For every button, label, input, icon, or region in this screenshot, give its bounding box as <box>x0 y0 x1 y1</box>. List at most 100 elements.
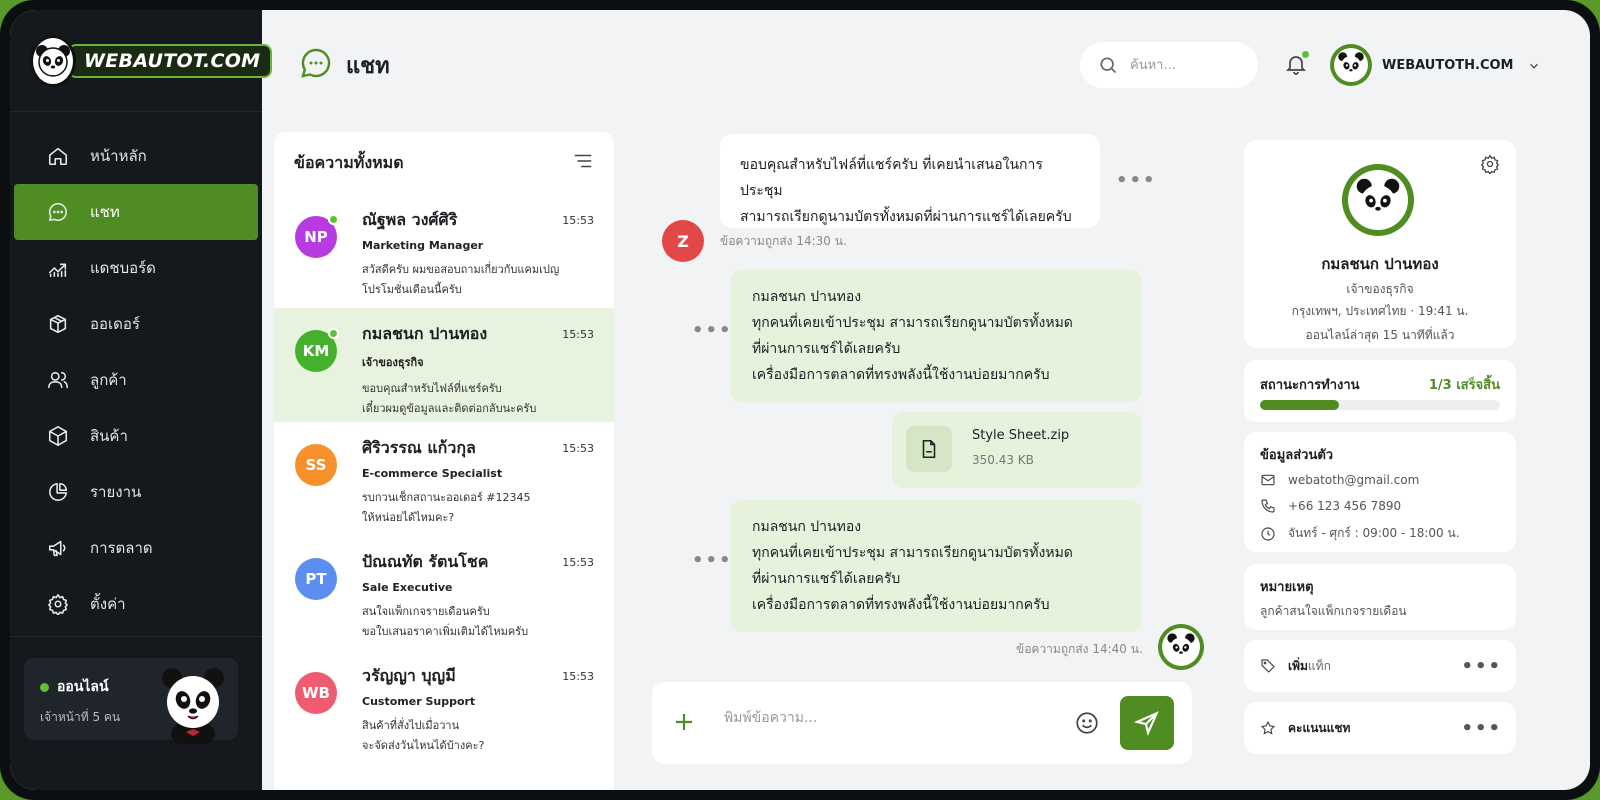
message-preview-line: รบกวนเช็กสถานะออเดอร์ #12345 <box>362 491 531 504</box>
add-tag-row[interactable]: เพิ่ม แท็ก ••• <box>1244 640 1516 692</box>
add-attachment-button[interactable] <box>672 710 696 734</box>
sidebar-item-label: ตั้งค่า <box>90 595 126 613</box>
email-row[interactable]: webatoth@gmail.com <box>1260 472 1419 488</box>
rate-chat-button[interactable]: คะแนนแชท <box>1260 702 1350 754</box>
avatar: WB <box>295 672 337 714</box>
message-preview-line: ขอใบเสนอราคาเพิ่มเติมได้ไหมครับ <box>362 625 529 638</box>
notification-bell[interactable] <box>1284 50 1310 78</box>
main-area: แชท WEBAUTOTH.COM <box>262 10 1590 790</box>
file-attachment[interactable]: Style Sheet.zip 350.43 KB <box>892 412 1142 488</box>
hours-value: จันทร์ - ศุกร์ : 09:00 - 18:00 น. <box>1288 526 1460 540</box>
email-value: webatoth@gmail.com <box>1288 473 1420 487</box>
sidebar-item-marketing[interactable]: การตลาด <box>14 520 258 576</box>
user-name: WEBAUTOTH.COM <box>1382 57 1514 73</box>
message-options-button[interactable]: ••• <box>692 550 733 571</box>
sidebar-item-chat[interactable]: แชท <box>14 184 258 240</box>
sidebar-item-label: แชท <box>90 203 120 221</box>
star-icon <box>1260 720 1276 735</box>
sidebar-divider <box>10 636 262 637</box>
search-icon <box>1100 57 1117 74</box>
order-icon <box>46 312 70 336</box>
sidebar-item-label: สินค้า <box>90 427 128 445</box>
add-tag-button[interactable]: เพิ่ม แท็ก <box>1260 640 1331 692</box>
send-button[interactable] <box>1120 696 1174 750</box>
tag-icon <box>1261 659 1275 673</box>
user-menu[interactable]: WEBAUTOTH.COM <box>1330 44 1541 86</box>
rate-chat-row[interactable]: คะแนนแชท ••• <box>1244 702 1516 754</box>
profile-card: กมลชนก ปานทอง เจ้าของธุรกิจ กรุงเทพฯ, ปร… <box>1244 140 1516 348</box>
online-status-card[interactable]: ออนไลน์ เจ้าหน้าที่ 5 คน <box>24 658 238 744</box>
outgoing-message: กมลชนก ปานทอง ทุกคนที่เคยเข้าประชุม สามา… <box>730 500 1142 632</box>
outgoing-message: กมลชนก ปานทอง ทุกคนที่เคยเข้าประชุม สามา… <box>730 270 1142 402</box>
contact-name: ปัณณทัต รัตนโชค <box>362 552 489 571</box>
filter-icon[interactable] <box>572 150 594 176</box>
dashboard-icon <box>46 256 70 280</box>
work-status-card: สถานะการทำงาน 1/3 เสร็จสิ้น <box>1244 360 1516 422</box>
message-timestamp: ข้อความถูกส่ง 14:40 น. <box>1016 642 1143 656</box>
message-preview: สวัสดีครับ ผมขอสอบถามเกี่ยวกับแคมเปญ โปร… <box>362 260 596 300</box>
conversation-item[interactable]: WB วรัญญา บุญมี 15:53 Customer Support ส… <box>274 650 614 764</box>
sidebar-item-customers[interactable]: ลูกค้า <box>14 352 258 408</box>
conversation-item[interactable]: NP ณัฐพล วงศ์ศิริ 15:53 Marketing Manage… <box>274 194 614 308</box>
work-status-label: สถานะการทำงาน <box>1260 378 1360 393</box>
mail-icon <box>1261 474 1275 486</box>
sidebar-item-label: รายงาน <box>90 483 142 501</box>
message-composer <box>652 682 1192 764</box>
sidebar-item-home[interactable]: หน้าหลัก <box>14 128 258 184</box>
message-preview-line: โปรโมชั่นเดือนนี้ครับ <box>362 283 462 296</box>
message-text: ทุกคนที่เคยเข้าประชุม สามารถเรียกดูนามบั… <box>752 545 1073 561</box>
hours-row: จันทร์ - ศุกร์ : 09:00 - 18:00 น. <box>1260 524 1460 543</box>
message-text: ที่ผ่านการแชร์ได้เลยครับ <box>752 571 901 587</box>
sidebar-item-label: ลูกค้า <box>90 371 127 389</box>
sidebar-item-products[interactable]: สินค้า <box>14 408 258 464</box>
sidebar-item-reports[interactable]: รายงาน <box>14 464 258 520</box>
gear-icon <box>1480 154 1500 176</box>
message-preview: รบกวนเช็กสถานะออเดอร์ #12345 ให้หน่อยได้… <box>362 488 596 528</box>
sidebar: WEBAUTOT.COM หน้าหลัก แชท แดชบอร์ด ออเดอ… <box>10 10 273 790</box>
phone-row[interactable]: +66 123 456 7890 <box>1260 498 1401 514</box>
sidebar-item-dashboard[interactable]: แดชบอร์ด <box>14 240 258 296</box>
message-preview-line: สินค้าที่สั่งไปเมื่อวาน <box>362 719 460 732</box>
profile-role: เจ้าของธุรกิจ <box>1346 282 1414 296</box>
online-dot-icon <box>328 214 339 225</box>
conversation-item[interactable]: SS ศิริวรรณ แก้วกุล 15:53 E-commerce Spe… <box>274 422 614 536</box>
contact-name: วรัญญา บุญมี <box>362 666 456 685</box>
notes-text: ลูกค้าสนใจแพ็กเกจรายเดือน <box>1260 604 1407 618</box>
message-time: 15:53 <box>562 328 594 341</box>
emoji-button[interactable] <box>1074 710 1100 736</box>
rate-chat-options-button[interactable]: ••• <box>1461 702 1502 754</box>
conversation-item-active[interactable]: KM กมลชนก ปานทอง 15:53 เจ้าของธุรกิจ ขอบ… <box>274 308 614 422</box>
online-status-label: ออนไลน์ <box>57 679 109 695</box>
avatar <box>1342 164 1414 236</box>
add-tag-label: เพิ่ม <box>1288 658 1308 673</box>
panda-logo-icon <box>30 34 76 87</box>
logo-text: WEBAUTOT.COM <box>68 43 273 78</box>
page-title: แชท <box>346 53 390 79</box>
notes-card[interactable]: หมายเหตุ ลูกค้าสนใจแพ็กเกจรายเดือน <box>1244 564 1516 630</box>
avatar: PT <box>295 558 337 600</box>
conversation-item[interactable]: PT ปัณณทัต รัตนโชค 15:53 Sale Executive … <box>274 536 614 650</box>
search-box[interactable] <box>1080 42 1258 88</box>
file-icon <box>906 426 952 472</box>
message-preview-line: ขอบคุณสำหรับไฟล์ที่แชร์ครับ <box>362 382 502 395</box>
personal-info-card: ข้อมูลส่วนตัว webatoth@gmail.com +66 123… <box>1244 432 1516 552</box>
message-time: 15:53 <box>562 670 594 683</box>
message-preview-line: สนใจแพ็กเกจรายเดือนครับ <box>362 605 490 618</box>
add-tag-options-button[interactable]: ••• <box>1461 640 1502 692</box>
message-options-button[interactable]: ••• <box>692 320 733 341</box>
sidebar-item-settings[interactable]: ตั้งค่า <box>14 576 258 632</box>
sidebar-item-orders[interactable]: ออเดอร์ <box>14 296 258 352</box>
search-input[interactable] <box>1130 57 1240 73</box>
panda-avatar-icon <box>1167 633 1195 660</box>
clock-icon <box>1261 526 1275 541</box>
sidebar-nav: หน้าหลัก แชท แดชบอร์ด ออเดอร์ ลูกค้า สิน… <box>10 112 262 632</box>
file-size: 350.43 KB <box>972 453 1034 467</box>
phone-icon <box>1261 499 1275 513</box>
message-preview: สนใจแพ็กเกจรายเดือนครับ ขอใบเสนอราคาเพิ่… <box>362 602 596 642</box>
brand-logo[interactable]: WEBAUTOT.COM <box>10 10 273 112</box>
contact-role: Marketing Manager <box>362 239 484 252</box>
message-input[interactable] <box>724 710 1044 726</box>
message-preview: สินค้าที่สั่งไปเมื่อวาน จะจัดส่งวันไหนได… <box>362 716 596 756</box>
profile-settings-button[interactable] <box>1480 154 1502 176</box>
message-options-button[interactable]: ••• <box>1116 170 1157 191</box>
